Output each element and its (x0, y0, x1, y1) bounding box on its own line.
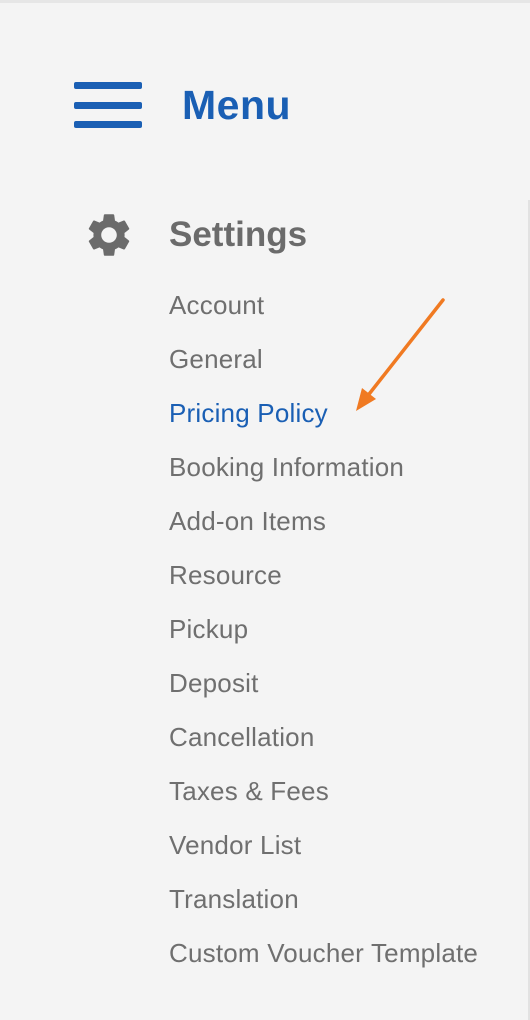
menu-item-translation[interactable]: Translation (169, 872, 478, 926)
menu-item-pickup[interactable]: Pickup (169, 602, 478, 656)
menu-title: Menu (182, 81, 292, 128)
menu-item-resource[interactable]: Resource (169, 548, 478, 602)
sidebar-menu: Menu Settings Account General Pricing Po… (0, 0, 530, 1020)
hamburger-icon (74, 80, 142, 130)
menu-item-add-on-items[interactable]: Add-on Items (169, 494, 478, 548)
menu-item-vendor-list[interactable]: Vendor List (169, 818, 478, 872)
menu-item-booking-information[interactable]: Booking Information (169, 440, 478, 494)
settings-title: Settings (169, 215, 308, 254)
annotation-arrow-icon (356, 298, 445, 411)
top-divider (0, 0, 530, 3)
menu-toggle[interactable]: Menu (74, 78, 291, 132)
menu-item-deposit[interactable]: Deposit (169, 656, 478, 710)
gear-icon (88, 214, 130, 256)
settings-section-header: Settings (83, 208, 307, 262)
menu-item-custom-voucher-template[interactable]: Custom Voucher Template (169, 926, 478, 980)
menu-item-cancellation[interactable]: Cancellation (169, 710, 478, 764)
menu-item-taxes-fees[interactable]: Taxes & Fees (169, 764, 478, 818)
